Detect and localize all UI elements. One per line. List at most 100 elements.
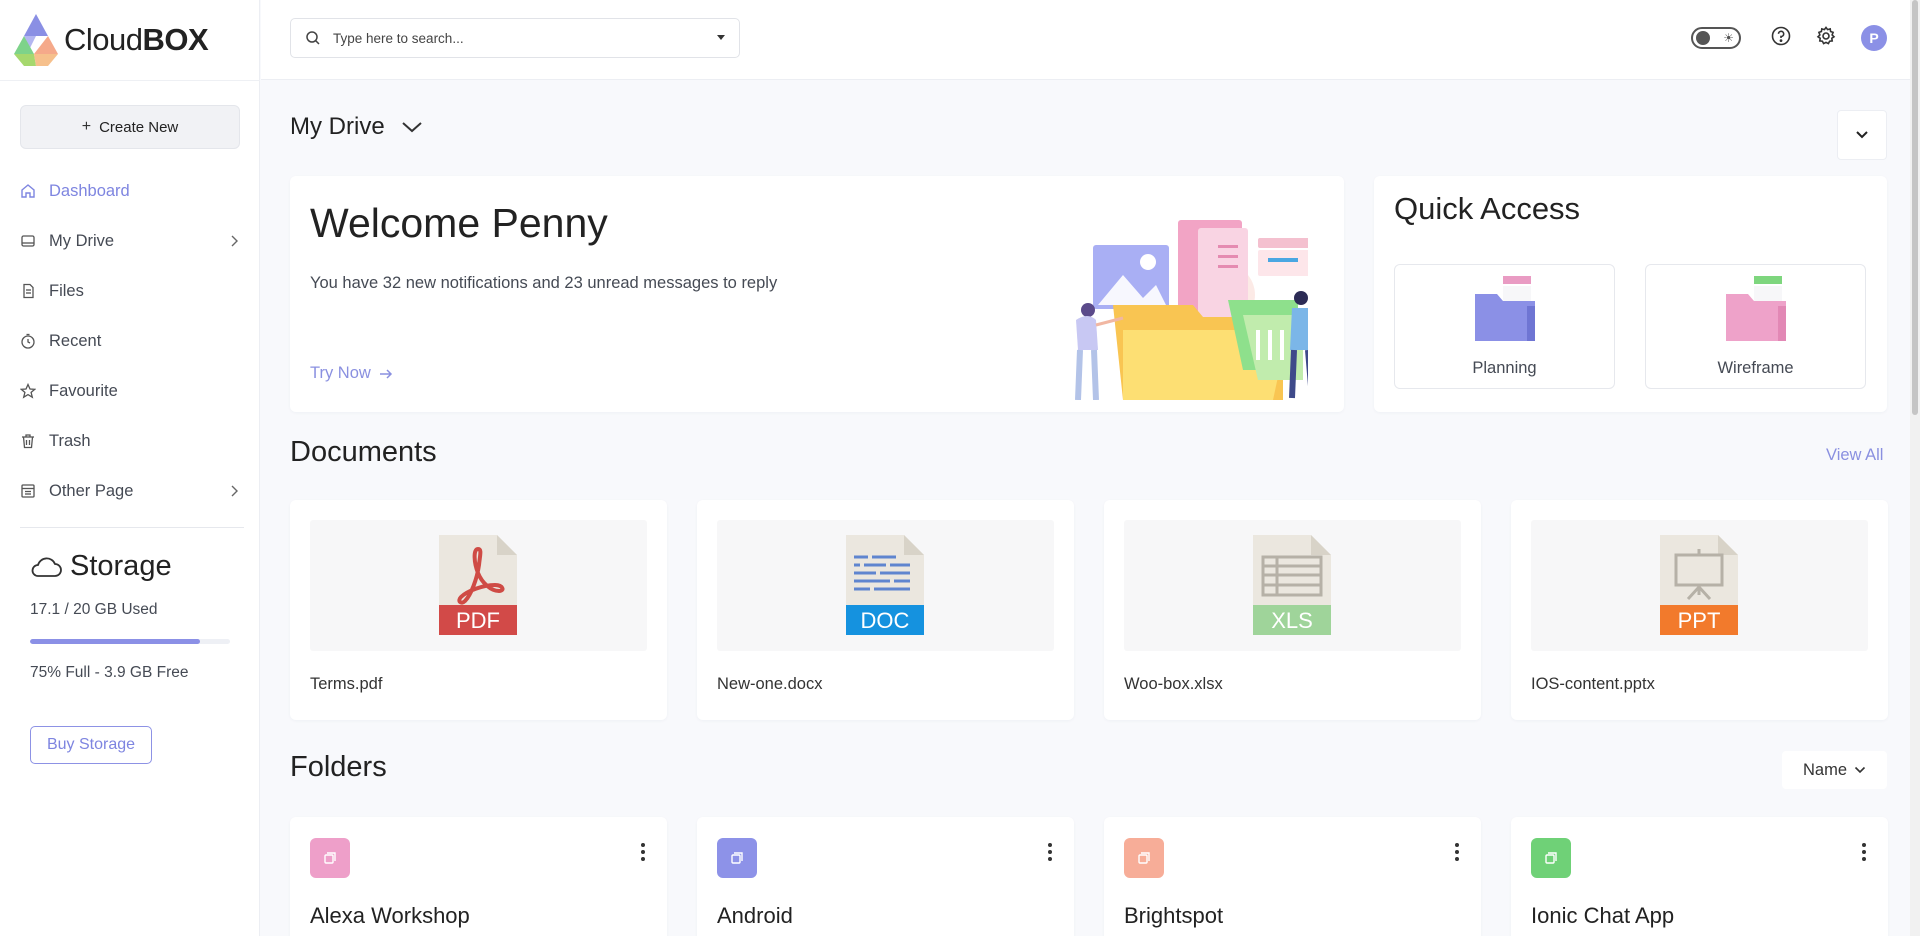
sidebar-item-trash[interactable]: Trash: [20, 416, 242, 466]
folder-card[interactable]: Android: [697, 817, 1074, 936]
document-name: New-one.docx: [717, 675, 823, 693]
folders-title: Folders: [290, 751, 387, 783]
avatar[interactable]: P: [1861, 25, 1887, 51]
document-thumbnail: PPT: [1531, 520, 1868, 651]
trash-icon: [20, 433, 36, 449]
try-now-link[interactable]: Try Now: [310, 364, 393, 383]
file-type-label: PDF: [456, 608, 500, 633]
help-icon[interactable]: [1770, 25, 1792, 47]
plus-icon: +: [81, 118, 92, 135]
sort-label: Name: [1802, 760, 1847, 779]
page-scrollbar[interactable]: [1910, 0, 1920, 936]
sidebar-item-dashboard[interactable]: Dashboard: [20, 166, 242, 216]
pdf-file-icon: PDF: [439, 535, 517, 635]
caret-down-icon[interactable]: [717, 35, 725, 40]
storage-used-text: 17.1 / 20 GB Used: [30, 601, 158, 618]
search-icon: [306, 31, 320, 45]
sidebar-item-files[interactable]: Files: [20, 266, 242, 316]
folder-card[interactable]: Alexa Workshop: [290, 817, 667, 936]
collapse-button[interactable]: [1837, 110, 1887, 160]
search-box[interactable]: [290, 18, 740, 58]
sidebar-nav: Dashboard My Drive Files Recent Favourit…: [20, 166, 242, 516]
file-icon: [20, 283, 36, 299]
scrollbar-thumb[interactable]: [1912, 0, 1918, 415]
file-type-label: PPT: [1678, 608, 1721, 633]
copy-icon: [731, 852, 743, 864]
document-thumbnail: DOC: [717, 520, 1054, 651]
folder-card[interactable]: Ionic Chat App: [1511, 817, 1888, 936]
create-new-label: Create New: [99, 118, 179, 136]
document-name: IOS-content.pptx: [1531, 675, 1655, 693]
storage-progress-fill: [30, 639, 200, 644]
divider: [20, 527, 244, 528]
page-title-text: My Drive: [290, 113, 385, 140]
sidebar: CloudBOX + Create New Dashboard My Drive…: [0, 0, 260, 936]
star-icon: [20, 383, 36, 399]
folder-badge: [1531, 838, 1571, 878]
try-now-label: Try Now: [310, 364, 371, 382]
quick-access-item-wireframe[interactable]: Wireframe: [1645, 264, 1866, 389]
page-icon: [20, 483, 36, 499]
documents-title: Documents: [290, 436, 437, 468]
chevron-down-icon: [1854, 766, 1866, 774]
top-header: ☀ P: [261, 0, 1920, 80]
logo-icon: [14, 14, 58, 66]
sidebar-item-label: Recent: [49, 331, 102, 350]
more-options-icon[interactable]: [1455, 843, 1459, 861]
sidebar-item-label: Other Page: [49, 481, 134, 500]
document-card[interactable]: XLS Woo-box.xlsx: [1104, 500, 1481, 720]
gear-icon[interactable]: [1815, 25, 1837, 47]
sidebar-item-other-page[interactable]: Other Page: [20, 466, 242, 516]
more-options-icon[interactable]: [641, 843, 645, 861]
divider: [0, 80, 260, 81]
view-all-link[interactable]: View All: [1826, 446, 1883, 465]
copy-icon: [1545, 852, 1557, 864]
drive-icon: [20, 233, 36, 249]
buy-storage-button[interactable]: Buy Storage: [30, 726, 152, 764]
more-options-icon[interactable]: [1048, 843, 1052, 861]
folder-name: Brightspot: [1124, 903, 1224, 928]
storage-title: Storage: [30, 550, 172, 583]
xls-file-icon: XLS: [1253, 535, 1331, 635]
document-card[interactable]: PPT IOS-content.pptx: [1511, 500, 1888, 720]
chevron-down-icon: [1856, 131, 1868, 139]
page-title[interactable]: My Drive: [290, 113, 423, 141]
document-name: Terms.pdf: [310, 675, 383, 693]
folder-badge: [310, 838, 350, 878]
document-thumbnail: PDF: [310, 520, 647, 651]
app-logo[interactable]: CloudBOX: [14, 14, 209, 66]
storage-free-text: 75% Full - 3.9 GB Free: [30, 664, 189, 681]
welcome-card: Welcome Penny You have 32 new notificati…: [290, 176, 1344, 412]
chevron-right-icon: [231, 235, 238, 247]
folder-name: Ionic Chat App: [1531, 903, 1675, 928]
sidebar-item-recent[interactable]: Recent: [20, 316, 242, 366]
document-name: Woo-box.xlsx: [1124, 675, 1223, 693]
search-input[interactable]: [333, 30, 693, 46]
sort-dropdown[interactable]: Name: [1782, 751, 1887, 789]
sidebar-item-label: Dashboard: [49, 181, 130, 200]
sidebar-item-label: My Drive: [49, 231, 115, 250]
quick-access-title: Quick Access: [1394, 191, 1581, 226]
home-icon: [20, 183, 36, 199]
toggle-knob: [1696, 31, 1710, 45]
document-card[interactable]: DOC New-one.docx: [697, 500, 1074, 720]
more-options-icon[interactable]: [1862, 843, 1866, 861]
quick-access-card: Quick Access Planning Wireframe: [1374, 176, 1887, 412]
theme-toggle[interactable]: ☀: [1691, 27, 1741, 49]
sidebar-item-favourite[interactable]: Favourite: [20, 366, 242, 416]
clock-icon: [20, 333, 36, 349]
copy-icon: [1138, 852, 1150, 864]
folder-icon: [1475, 276, 1535, 341]
create-new-button[interactable]: + Create New: [20, 105, 240, 149]
sidebar-item-my-drive[interactable]: My Drive: [20, 216, 242, 266]
copy-icon: [324, 852, 336, 864]
storage-title-text: Storage: [70, 550, 172, 582]
chevron-right-icon: [231, 485, 238, 497]
folder-card[interactable]: Brightspot: [1104, 817, 1481, 936]
folder-name: Android: [717, 903, 793, 928]
welcome-illustration: [1075, 220, 1308, 400]
storage-progress-bar: [30, 639, 230, 644]
document-card[interactable]: PDF Terms.pdf: [290, 500, 667, 720]
document-thumbnail: XLS: [1124, 520, 1461, 651]
quick-access-item-planning[interactable]: Planning: [1394, 264, 1615, 389]
